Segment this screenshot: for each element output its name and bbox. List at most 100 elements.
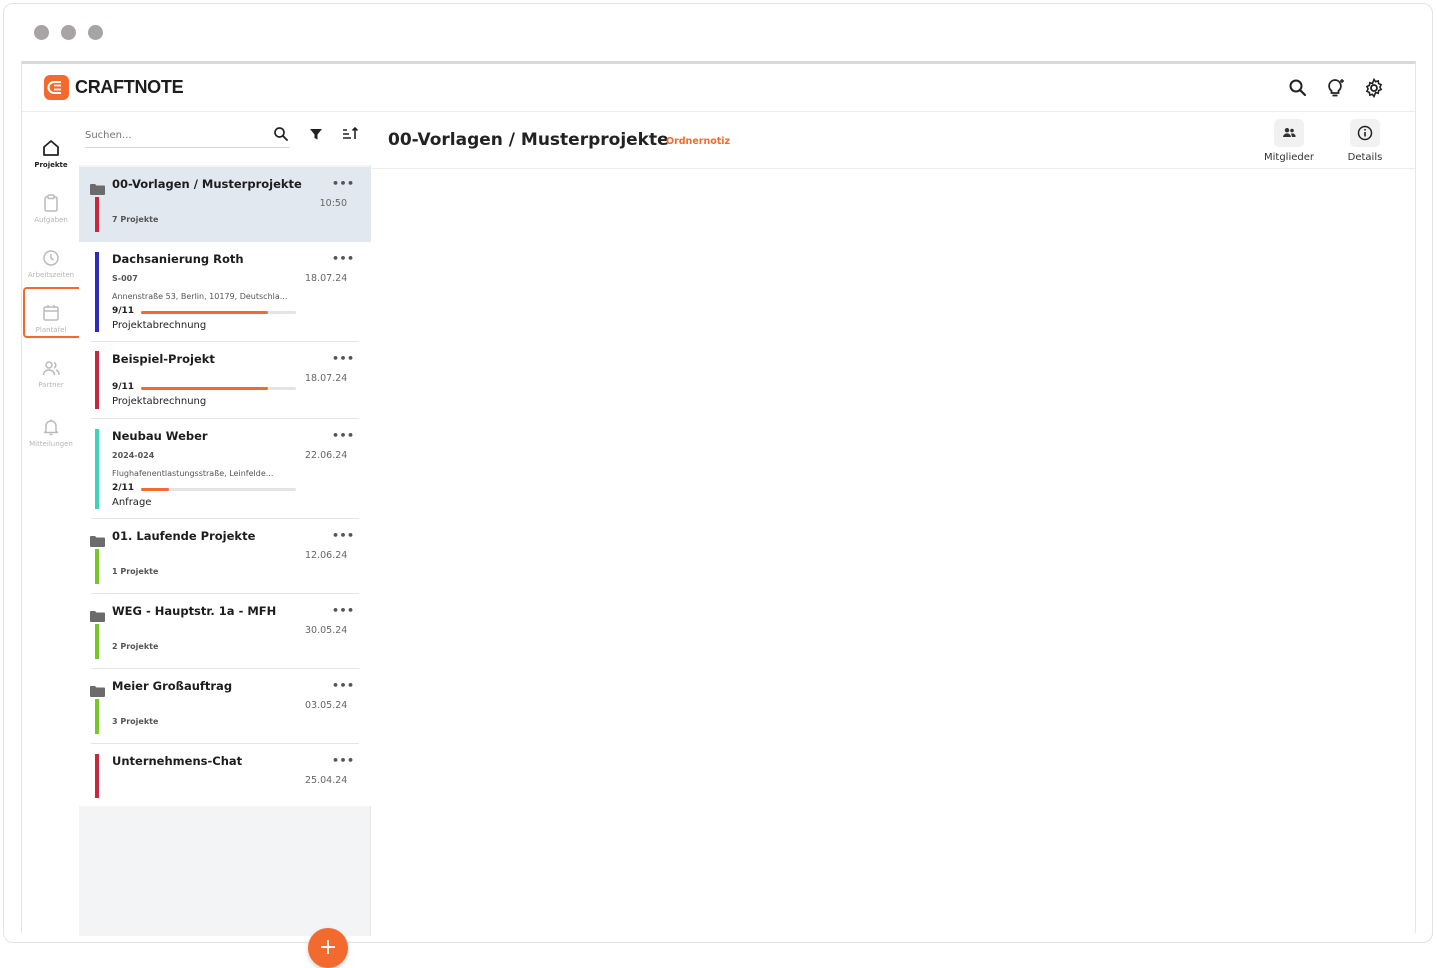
clock-icon	[40, 247, 62, 269]
search-icon[interactable]	[272, 125, 290, 143]
item-phase: Projektabrechnung	[112, 396, 207, 407]
more-options-icon[interactable]: •••	[332, 177, 355, 190]
folder-icon	[90, 180, 105, 195]
nav-item-projekte[interactable]: Projekte	[25, 131, 77, 179]
progress-bar	[141, 387, 296, 390]
members-icon	[1274, 119, 1304, 147]
nav-item-aufgaben[interactable]: Aufgaben	[25, 186, 77, 234]
search-input[interactable]	[85, 130, 245, 141]
main-content: 00-Vorlagen / Musterprojekte Ordnernotiz…	[372, 113, 1415, 936]
color-indicator	[95, 549, 99, 584]
page-title: 00-Vorlagen / Musterprojekte	[388, 130, 669, 150]
list-item[interactable]: 01. Laufende Projekte ••• 12.06.24 1 Pro…	[79, 519, 371, 594]
color-indicator	[95, 429, 99, 509]
nav-label: Projekte	[34, 161, 68, 169]
home-icon	[40, 137, 62, 159]
more-options-icon[interactable]: •••	[332, 529, 355, 542]
item-title: Beispiel-Projekt	[112, 352, 215, 366]
list-item[interactable]: Dachsanierung Roth ••• 18.07.24 S-007 An…	[79, 242, 371, 342]
more-options-icon[interactable]: •••	[332, 252, 355, 265]
list-item[interactable]: Beispiel-Projekt ••• 18.07.24 9/11 Proje…	[79, 342, 371, 419]
more-options-icon[interactable]: •••	[332, 754, 355, 767]
item-subtitle: 3 Projekte	[112, 717, 159, 726]
list-item[interactable]: WEG - Hauptstr. 1a - MFH ••• 30.05.24 2 …	[79, 594, 371, 669]
item-title: 00-Vorlagen / Musterprojekte	[112, 177, 302, 191]
list-item[interactable]: 00-Vorlagen / Musterprojekte ••• 10:50 7…	[79, 167, 371, 242]
project-list-panel: 00-Vorlagen / Musterprojekte ••• 10:50 7…	[79, 113, 371, 968]
progress-bar	[141, 488, 296, 491]
lightbulb-icon[interactable]	[1325, 77, 1347, 99]
list-item[interactable]: Neubau Weber ••• 22.06.24 2024-024 Flugh…	[79, 419, 371, 519]
clipboard-icon	[40, 192, 62, 214]
item-title: Dachsanierung Roth	[112, 252, 244, 266]
folder-note-link[interactable]: Ordnernotiz	[666, 136, 730, 147]
progress-bar	[141, 311, 296, 314]
nav-item-partner[interactable]: Partner	[25, 351, 77, 399]
members-label: Mitglieder	[1264, 152, 1314, 163]
item-phase: Projektabrechnung	[112, 320, 207, 331]
users-icon	[40, 357, 62, 379]
item-project-number: S-007	[112, 274, 138, 283]
search-underline	[85, 147, 290, 148]
item-date: 30.05.24	[305, 625, 348, 636]
brand-name: CRAFTNOTE	[75, 77, 184, 97]
window-maximize-dot[interactable]	[88, 25, 103, 40]
nav-label: Partner	[38, 381, 64, 389]
window-controls	[34, 25, 103, 40]
color-indicator	[95, 699, 99, 734]
top-header: CRAFTNOTE	[22, 64, 1415, 112]
gear-icon[interactable]	[1363, 77, 1385, 99]
color-indicator	[95, 351, 99, 409]
more-options-icon[interactable]: •••	[332, 429, 355, 442]
nav-label: Arbeitszeiten	[27, 271, 75, 279]
details-button[interactable]: Details	[1332, 119, 1398, 163]
nav-item-mitteilungen[interactable]: Mitteilungen	[25, 410, 77, 458]
info-icon	[1350, 119, 1380, 147]
item-date: 10:50	[319, 198, 347, 209]
search-icon[interactable]	[1287, 77, 1309, 99]
sort-icon[interactable]	[341, 125, 359, 143]
item-title: Meier Großauftrag	[112, 679, 233, 693]
item-date: 18.07.24	[305, 373, 348, 384]
color-indicator	[95, 197, 99, 232]
list-item[interactable]: Meier Großauftrag ••• 03.05.24 3 Projekt…	[79, 669, 371, 744]
details-label: Details	[1347, 152, 1383, 163]
item-address: Annenstraße 53, Berlin, 10179, Deutschla…	[112, 292, 288, 301]
window-minimize-dot[interactable]	[61, 25, 76, 40]
progress-fill	[141, 311, 269, 314]
members-button[interactable]: Mitglieder	[1256, 119, 1322, 163]
nav-item-arbeitszeiten[interactable]: Arbeitszeiten	[25, 241, 77, 289]
item-date: 25.04.24	[305, 775, 348, 786]
add-button[interactable]: +	[308, 928, 348, 968]
progress-count: 9/11	[112, 306, 135, 316]
item-date: 18.07.24	[305, 273, 348, 284]
item-title: Neubau Weber	[112, 429, 208, 443]
logo-icon	[44, 75, 69, 100]
item-title: Unternehmens-Chat	[112, 754, 243, 768]
window-close-dot[interactable]	[34, 25, 49, 40]
nav-label: Mitteilungen	[29, 440, 73, 448]
filter-icon[interactable]	[307, 125, 325, 143]
progress-fill	[141, 387, 269, 390]
item-date: 03.05.24	[305, 700, 348, 711]
list-item[interactable]: Unternehmens-Chat ••• 25.04.24	[79, 744, 371, 806]
color-indicator	[95, 624, 99, 659]
item-project-number: 2024-024	[112, 451, 155, 460]
brand-logo[interactable]: CRAFTNOTE	[44, 75, 184, 100]
item-address: Flughafenentlastungsstraße, Leinfelde...	[112, 469, 274, 478]
item-title: 01. Laufende Projekte	[112, 529, 256, 543]
item-subtitle: 7 Projekte	[112, 215, 159, 224]
progress-count: 9/11	[112, 382, 135, 392]
folder-icon	[90, 682, 105, 697]
item-date: 22.06.24	[305, 450, 348, 461]
highlight-box	[23, 287, 82, 338]
item-phase: Anfrage	[112, 497, 152, 508]
main-header: 00-Vorlagen / Musterprojekte Ordnernotiz…	[372, 113, 1415, 169]
more-options-icon[interactable]: •••	[332, 352, 355, 365]
more-options-icon[interactable]: •••	[332, 679, 355, 692]
left-navigation: Projekte Aufgaben Arbeitszeiten Plantafe…	[22, 113, 82, 936]
folder-icon	[90, 532, 105, 547]
color-indicator	[95, 754, 99, 798]
more-options-icon[interactable]: •••	[332, 604, 355, 617]
progress-fill	[141, 488, 169, 491]
